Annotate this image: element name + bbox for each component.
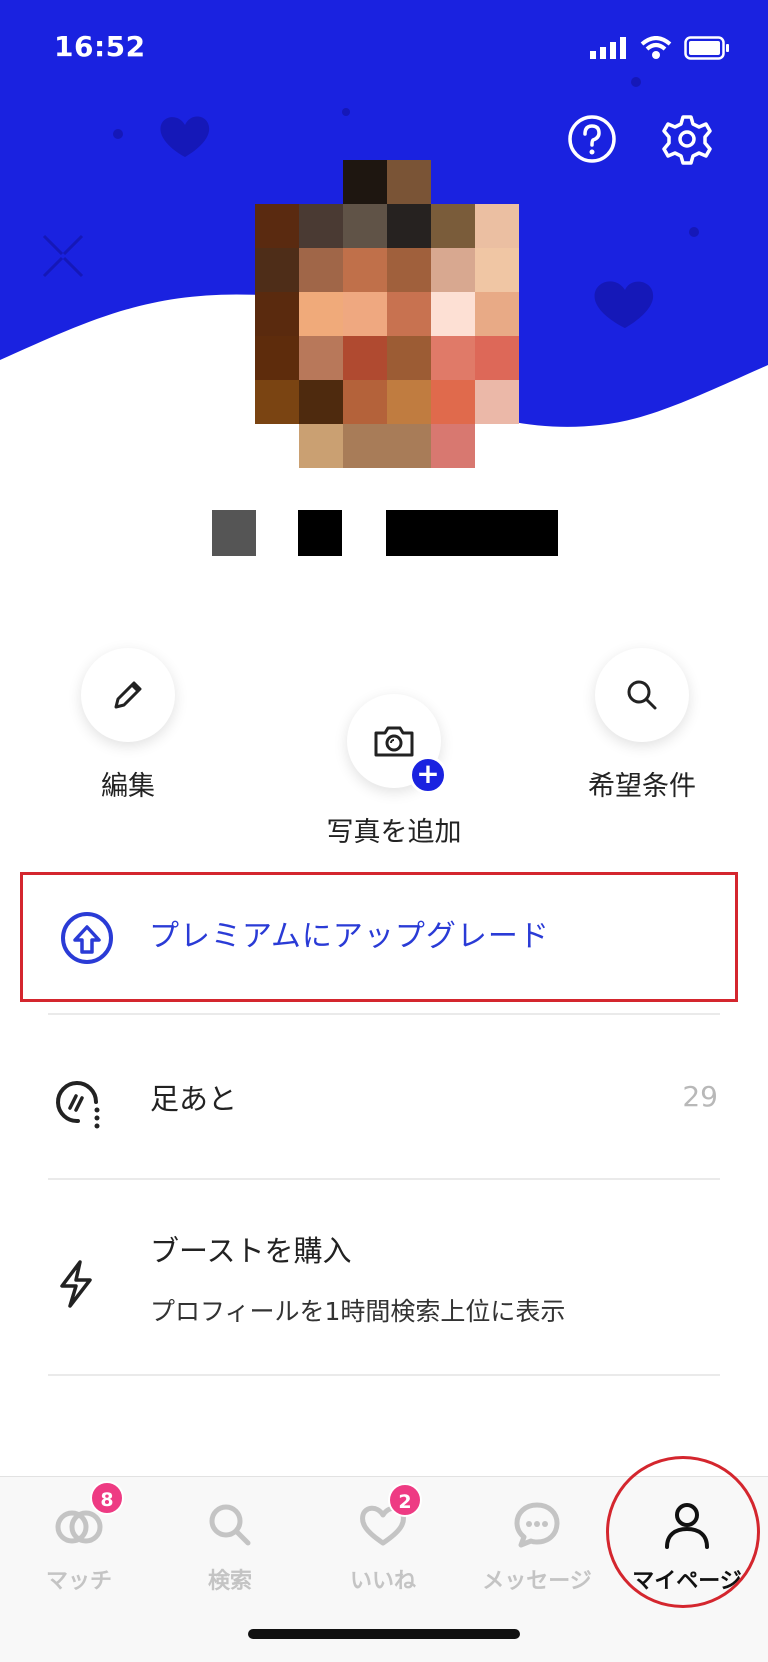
nav-mypage-label: マイページ	[632, 1569, 742, 1594]
upgrade-premium-row[interactable]: プレミアムにアップグレード	[20, 872, 738, 1002]
edit-circle[interactable]	[81, 648, 175, 742]
match-badge: 8	[90, 1481, 124, 1515]
boost-description: プロフィールを1時間検索上位に表示	[150, 1297, 566, 1326]
wifi-icon	[640, 36, 672, 59]
profile-name-redacted	[0, 510, 768, 556]
nav-search-label: 検索	[207, 1569, 252, 1594]
add-photo-plus-badge: +	[409, 756, 447, 794]
person-icon	[665, 1503, 709, 1549]
help-icon[interactable]	[565, 112, 619, 166]
avatar[interactable]	[255, 160, 519, 468]
battery-icon	[684, 36, 729, 60]
nav-match-label: マッチ	[45, 1569, 112, 1594]
edit-label: 編集	[101, 771, 155, 802]
upgrade-arrow-icon	[61, 912, 113, 964]
status-bar: 16:52	[0, 0, 768, 100]
nav-likes-label: いいね	[349, 1569, 416, 1594]
home-indicator[interactable]	[248, 1629, 520, 1639]
nav-messages-label: メッセージ	[482, 1569, 592, 1594]
nav-match[interactable]: 8 マッチ	[4, 1477, 154, 1597]
footprints-label: 足あと	[150, 1082, 238, 1116]
divider	[48, 1013, 720, 1015]
boost-label: ブーストを購入	[150, 1234, 352, 1268]
nav-mypage[interactable]: マイページ	[612, 1477, 762, 1597]
profile-header: 16:52	[0, 0, 768, 470]
edit-button[interactable]: 編集	[68, 648, 188, 803]
search-icon	[209, 1504, 251, 1546]
redaction-block	[212, 510, 256, 556]
lightning-icon	[60, 1260, 92, 1308]
nav-messages[interactable]: メッセージ	[462, 1477, 612, 1597]
nav-likes[interactable]: 2 いいね	[308, 1477, 458, 1597]
footprints-count: 29	[682, 1080, 718, 1113]
pencil-icon	[114, 681, 142, 709]
chat-bubble-icon	[514, 1502, 560, 1548]
preferences-label: 希望条件	[588, 771, 696, 802]
nav-search[interactable]: 検索	[155, 1477, 305, 1597]
redaction-block	[298, 510, 342, 556]
likes-badge: 2	[388, 1483, 422, 1517]
add-photo-button[interactable]: + 写真を追加	[324, 694, 464, 849]
preferences-button[interactable]: 希望条件	[572, 648, 712, 803]
preferences-circle[interactable]	[595, 648, 689, 742]
status-icons	[590, 36, 730, 60]
signal-icon	[590, 37, 626, 59]
footprint-icon	[56, 1081, 100, 1129]
camera-icon	[374, 726, 414, 757]
settings-icon[interactable]	[660, 112, 714, 166]
boost-row[interactable]: ブーストを購入 プロフィールを1時間検索上位に表示	[0, 1180, 768, 1376]
upgrade-label: プレミアムにアップグレード	[149, 919, 550, 954]
add-photo-label: 写真を追加	[326, 817, 462, 848]
search-icon	[627, 680, 657, 710]
status-time: 16:52	[54, 30, 146, 63]
divider	[48, 1374, 720, 1376]
redaction-block	[386, 510, 558, 556]
footprints-row[interactable]: 足あと 29	[0, 1016, 768, 1180]
add-photo-circle[interactable]: +	[347, 694, 447, 794]
